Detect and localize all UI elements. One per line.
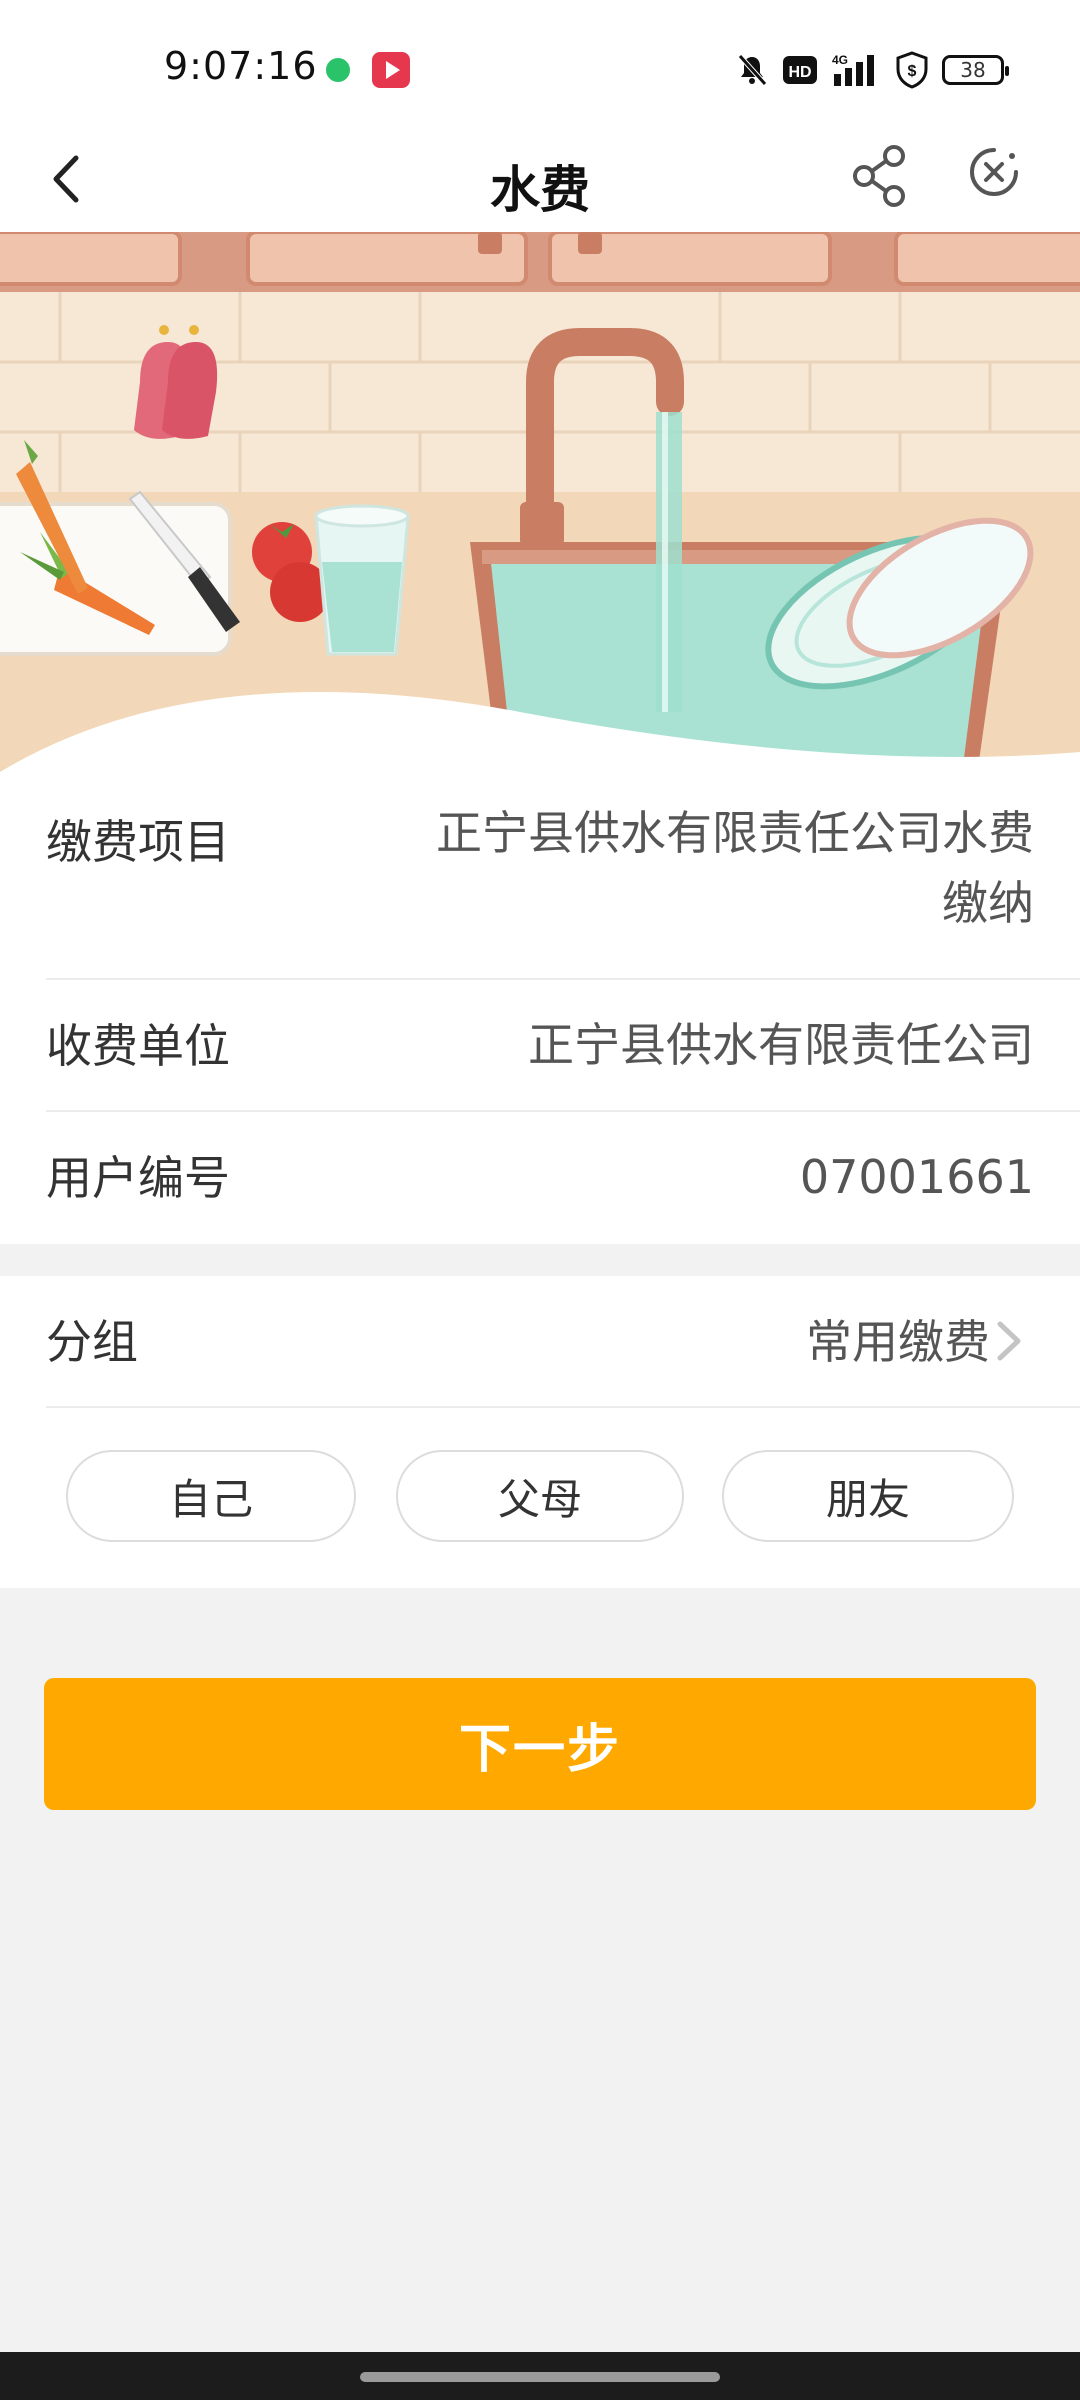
group-option-self[interactable]: 自己 [66,1450,356,1542]
battery-icon: 38 [942,55,1009,85]
info-row-payment-item: 缴费项目 正宁县供水有限责任公司水费缴纳 [46,776,1080,980]
info-row-payee: 收费单位 正宁县供水有限责任公司 [46,980,1080,1112]
svg-text:$: $ [908,63,917,80]
share-icon[interactable] [848,140,912,210]
signal-4g-icon: 4G [832,53,874,86]
video-app-notification-icon [372,52,410,88]
security-shield-icon: $ [896,51,928,89]
message-notification-icon [326,58,350,82]
header: 水费 [0,130,1080,232]
group-options: 自己 父母 朋友 [0,1276,1080,1588]
status-bar: 9:07:16 HD 4G $ 38 [0,0,1080,130]
payment-item-label: 缴费项目 [46,815,230,869]
page-title: 水费 [490,161,590,219]
home-indicator[interactable] [360,2372,720,2382]
status-time: 9:07:16 [164,44,318,88]
status-icons: HD 4G $ 38 [734,50,1009,90]
kitchen-sink-banner [0,232,1080,792]
close-mini-program-icon[interactable] [966,144,1022,204]
payee-value: 正宁县供水有限责任公司 [528,1018,1034,1072]
group-option-parents[interactable]: 父母 [396,1450,684,1542]
group-card: 分组 常用缴费 自己 父母 朋友 [0,1276,1080,1588]
hd-label: HD [788,64,811,81]
payee-label: 收费单位 [46,1019,230,1073]
bill-info-card: 缴费项目 正宁县供水有限责任公司水费缴纳 收费单位 正宁县供水有限责任公司 用户… [0,776,1080,1244]
network-label: 4G [832,53,848,67]
hd-icon: HD [783,56,817,84]
account-number-value: 07001661 [799,1150,1034,1204]
group-option-friends[interactable]: 朋友 [722,1450,1014,1542]
payment-item-value: 正宁县供水有限责任公司水费缴纳 [436,806,1034,930]
system-nav-bar [0,2352,1080,2400]
info-row-account-number: 用户编号 07001661 [46,1112,1080,1242]
next-step-button[interactable]: 下一步 [44,1678,1036,1810]
mute-bell-icon [738,54,767,86]
banner-illustration [0,232,1080,792]
account-number-label: 用户编号 [46,1151,230,1205]
